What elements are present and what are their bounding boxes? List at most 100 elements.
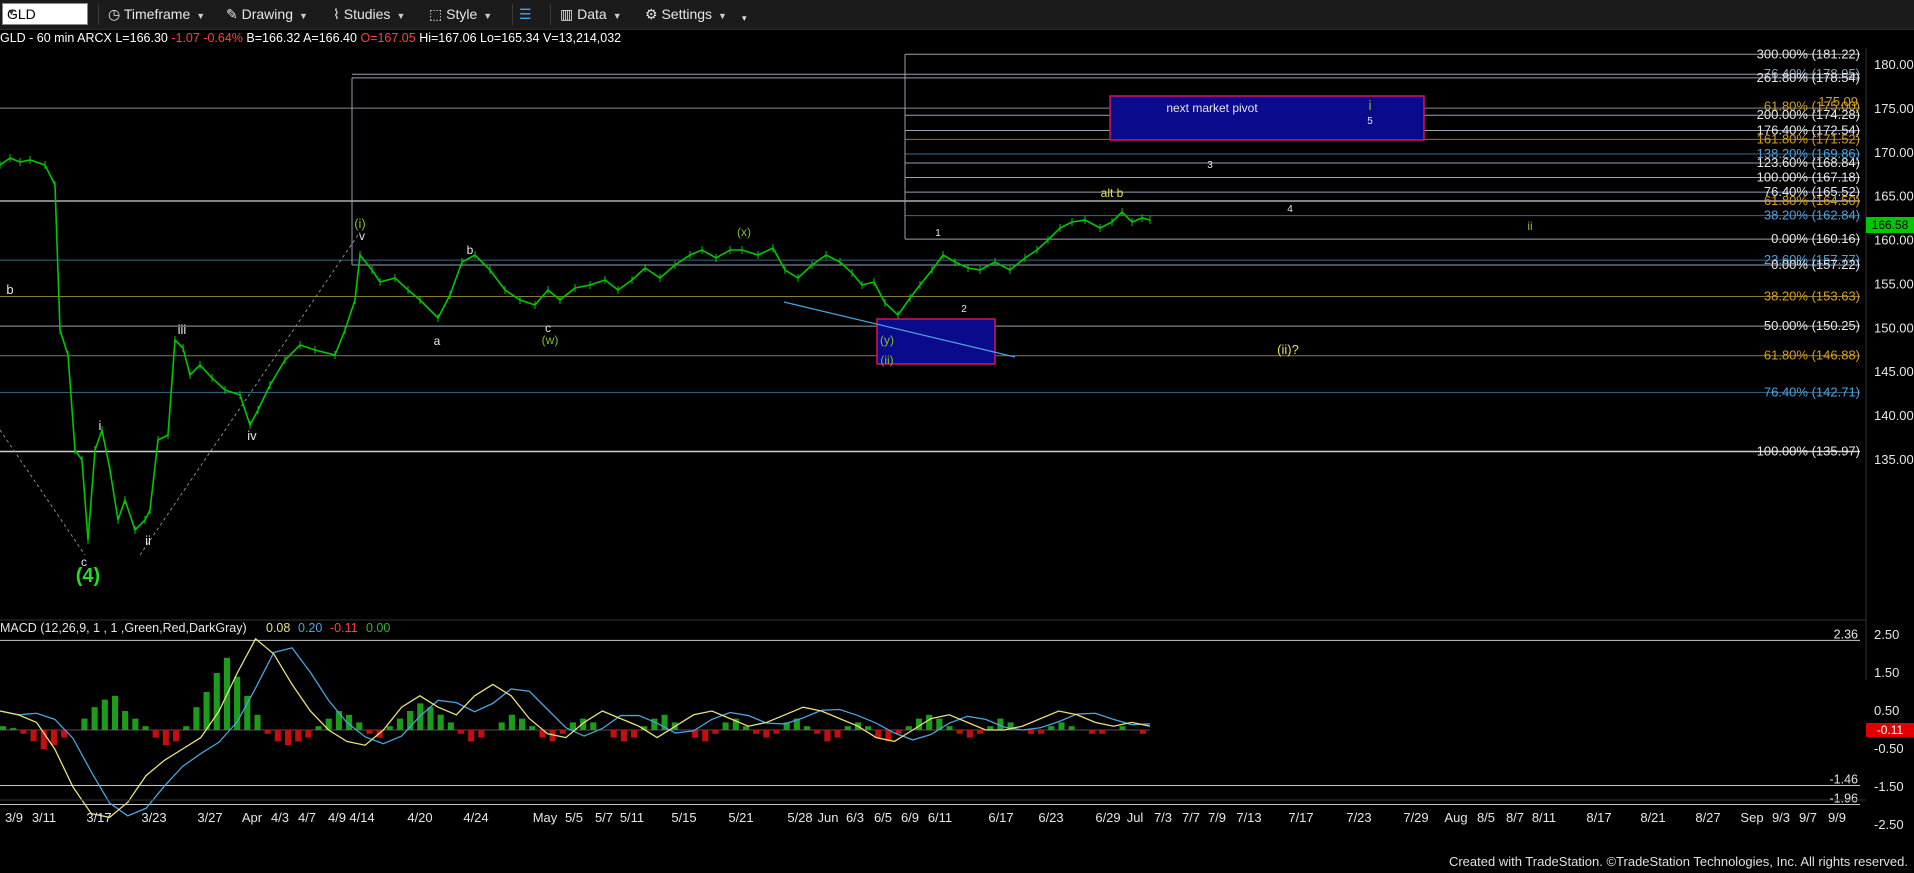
time-axis-label: 6/29 bbox=[1095, 810, 1120, 825]
fib-label: 261.80% (178.54) bbox=[1757, 70, 1860, 85]
macd-hist-bar bbox=[1119, 726, 1126, 730]
time-axis-label: 9/7 bbox=[1799, 810, 1817, 825]
macd-hist-bar bbox=[386, 726, 393, 730]
time-axis-label: Aug bbox=[1444, 810, 1467, 825]
macd-hist-bar bbox=[335, 711, 342, 730]
macd-hist-bar bbox=[1088, 730, 1096, 734]
time-axis-label: 7/13 bbox=[1236, 810, 1261, 825]
macd-hist-bar bbox=[905, 726, 912, 730]
macd-hist-bar bbox=[803, 726, 811, 730]
time-axis-label: 7/9 bbox=[1208, 810, 1226, 825]
time-axis-label: 7/7 bbox=[1182, 810, 1200, 825]
macd-hist-bar bbox=[478, 730, 485, 738]
price-axis-label: 135.00 bbox=[1874, 452, 1914, 467]
time-axis-label: 6/9 bbox=[901, 810, 919, 825]
macd-hist-bar bbox=[712, 730, 719, 734]
macd-hist-bar bbox=[203, 692, 210, 730]
macd-hist-bar bbox=[844, 726, 851, 730]
macd-hist-bar bbox=[173, 730, 180, 742]
time-axis-label: 4/7 bbox=[298, 810, 316, 825]
time-axis-label: 4/3 bbox=[271, 810, 289, 825]
time-axis-label: 8/5 bbox=[1477, 810, 1495, 825]
macd-hist-bar bbox=[142, 726, 149, 730]
macd-hist-bar bbox=[162, 730, 169, 746]
time-axis-label: 3/11 bbox=[32, 810, 56, 825]
wave-label: iv bbox=[247, 428, 257, 443]
time-axis-label: 5/21 bbox=[728, 810, 753, 825]
fib-label: 123.60% (168.84) bbox=[1757, 155, 1860, 170]
macd-hist-bar bbox=[264, 730, 271, 734]
macd-hist-bar bbox=[183, 726, 190, 730]
macd-axis-label: 1.50 bbox=[1874, 665, 1899, 680]
time-axis-label: 3/9 bbox=[5, 810, 23, 825]
wave-label: ii bbox=[145, 533, 151, 548]
time-axis-label: 5/5 bbox=[565, 810, 583, 825]
fib-label: 0.00% (157.22) bbox=[1771, 257, 1860, 272]
support-box bbox=[876, 318, 996, 365]
time-axis-label: 8/17 bbox=[1586, 810, 1611, 825]
price-axis-label: 155.00 bbox=[1874, 276, 1914, 291]
macd-hist-bar bbox=[966, 730, 973, 738]
macd-hist-bar bbox=[152, 730, 159, 738]
macd-hist-bar bbox=[946, 726, 953, 730]
wave-label: (4) bbox=[76, 565, 100, 587]
time-axis-label: Jun bbox=[818, 810, 839, 825]
wave-label: (ii) bbox=[880, 353, 893, 367]
macd-hist-bar bbox=[834, 730, 841, 738]
time-axis-label: 5/15 bbox=[671, 810, 696, 825]
time-axis-label: 9/3 bbox=[1772, 810, 1790, 825]
wave-label: 5 bbox=[1367, 116, 1373, 127]
wave-label: 4 bbox=[1287, 204, 1293, 215]
time-axis-label: May bbox=[533, 810, 558, 825]
macd-hist-bar bbox=[468, 730, 475, 742]
macd-hist-bar bbox=[508, 714, 515, 730]
macd-hist-bar bbox=[284, 730, 292, 746]
macd-hist-bar bbox=[814, 730, 821, 734]
pivot-box bbox=[1109, 95, 1425, 141]
footer-copyright: Created with TradeStation. ©TradeStation… bbox=[1448, 854, 1908, 869]
macd-hist-bar bbox=[111, 695, 119, 730]
price-axis-label: 150.00 bbox=[1874, 320, 1914, 335]
macd-hist-bar bbox=[315, 726, 322, 730]
macd-tag: -0.11 bbox=[1877, 723, 1904, 737]
macd-hist-bar bbox=[824, 730, 831, 742]
macd-hist-bar bbox=[50, 730, 57, 746]
price-axis-label: 165.00 bbox=[1874, 189, 1914, 204]
wave-label: ii bbox=[1527, 219, 1532, 233]
macd-hist-bar bbox=[569, 722, 577, 730]
price-axis-label: 140.00 bbox=[1874, 408, 1914, 423]
macd-axis-label: 2.50 bbox=[1874, 627, 1899, 642]
macd-hist-bar bbox=[610, 730, 617, 738]
time-axis-label: 6/23 bbox=[1038, 810, 1063, 825]
macd-hist-bar bbox=[91, 707, 98, 730]
fib-label: 0.00% (160.16) bbox=[1771, 231, 1860, 246]
macd-hist-bar bbox=[1058, 722, 1065, 730]
macd-hist-bar bbox=[0, 726, 7, 730]
macd-hist-bar bbox=[875, 730, 882, 738]
hist-value: -0.11 bbox=[330, 621, 358, 635]
macd-hist-bar bbox=[519, 718, 526, 730]
wave-label: iii bbox=[178, 322, 187, 337]
macd-axis-label: -1.50 bbox=[1874, 779, 1904, 794]
macd-hist-bar bbox=[437, 714, 444, 730]
macd-hist-bar bbox=[1048, 726, 1055, 730]
macd-hist-bar bbox=[30, 730, 37, 742]
macd-hist-bar bbox=[620, 730, 627, 742]
macd-axis-label: -0.50 bbox=[1874, 741, 1904, 756]
price-axis-label: 180.00 bbox=[1874, 57, 1914, 72]
price-axis-label: 170.00 bbox=[1874, 145, 1914, 160]
time-axis-label: 3/27 bbox=[197, 810, 222, 825]
time-axis-label: 6/11 bbox=[928, 810, 952, 825]
time-axis-label: Apr bbox=[242, 810, 263, 825]
macd-hist-bar bbox=[498, 722, 505, 730]
macd-hist-bar bbox=[590, 722, 597, 730]
time-axis-label: 9/9 bbox=[1828, 810, 1846, 825]
time-axis-label: 8/11 bbox=[1532, 810, 1556, 825]
time-axis-label: Sep bbox=[1740, 810, 1763, 825]
wave-label: alt b bbox=[1101, 186, 1124, 200]
price-tag: 166.58 bbox=[1872, 218, 1909, 232]
macd-hist-bar bbox=[1099, 730, 1106, 734]
chart-canvas[interactable]: 180.00175.00170.00165.00160.00155.00150.… bbox=[0, 0, 1914, 873]
macd-hist-bar bbox=[1139, 730, 1146, 734]
price-axis-label: 160.00 bbox=[1874, 233, 1914, 248]
